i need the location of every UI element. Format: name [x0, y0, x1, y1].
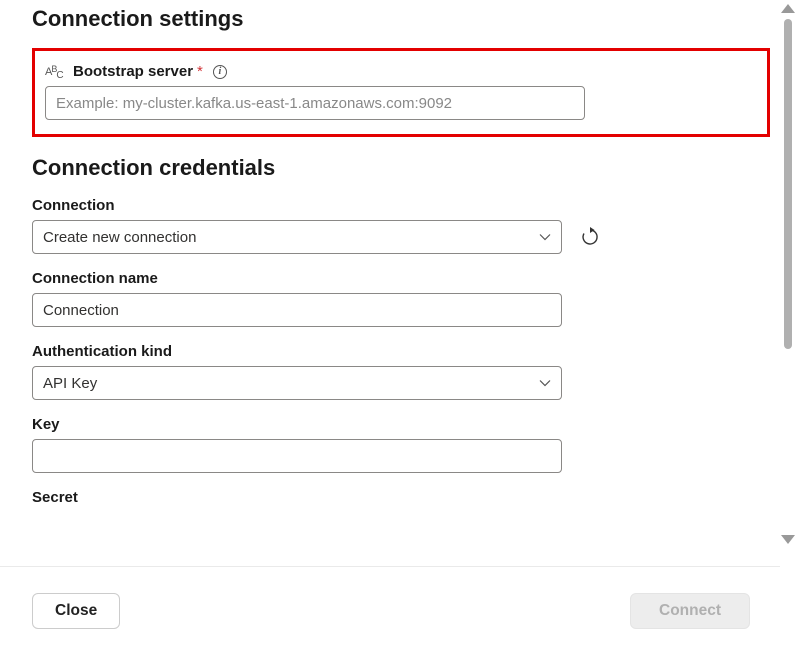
connect-button[interactable]: Connect	[630, 593, 750, 629]
connection-label: Connection	[32, 197, 770, 214]
scrollbar-track-mid[interactable]	[784, 13, 792, 535]
connection-select[interactable]: Create new connection	[32, 220, 562, 254]
connection-select-value: Create new connection	[43, 229, 196, 246]
auth-kind-label: Authentication kind	[32, 343, 770, 360]
text-type-icon: ABC	[45, 66, 67, 78]
required-indicator: *	[197, 63, 203, 80]
connection-name-label: Connection name	[32, 270, 770, 287]
key-input[interactable]	[32, 439, 562, 473]
scroll-down-arrow-icon[interactable]	[781, 535, 795, 544]
scrollbar[interactable]	[780, 4, 796, 544]
chevron-down-icon	[539, 377, 551, 389]
connection-name-field: Connection name	[32, 270, 770, 327]
bootstrap-highlight-box: ABC Bootstrap server * i	[32, 48, 770, 137]
info-icon[interactable]: i	[213, 65, 227, 79]
bootstrap-server-input[interactable]	[45, 86, 585, 120]
settings-panel: Connection settings ABC Bootstrap server…	[0, 0, 800, 540]
connection-settings-heading: Connection settings	[32, 6, 770, 32]
connection-name-input[interactable]	[32, 293, 562, 327]
connection-field: Connection Create new connection	[32, 197, 770, 254]
auth-kind-select[interactable]: API Key	[32, 366, 562, 400]
connection-credentials-heading: Connection credentials	[32, 155, 770, 181]
secret-label: Secret	[32, 489, 770, 506]
key-label: Key	[32, 416, 770, 433]
key-field: Key	[32, 416, 770, 473]
chevron-down-icon	[539, 231, 551, 243]
scroll-up-arrow-icon[interactable]	[781, 4, 795, 13]
close-button[interactable]: Close	[32, 593, 120, 629]
scrollbar-thumb[interactable]	[784, 19, 792, 349]
auth-kind-field: Authentication kind API Key	[32, 343, 770, 400]
bootstrap-server-label-text: Bootstrap server	[73, 63, 193, 80]
refresh-icon[interactable]	[580, 227, 600, 247]
bootstrap-server-label: ABC Bootstrap server * i	[45, 63, 757, 80]
secret-field: Secret	[32, 489, 770, 506]
auth-kind-select-value: API Key	[43, 375, 97, 392]
footer: Close Connect	[0, 566, 780, 654]
